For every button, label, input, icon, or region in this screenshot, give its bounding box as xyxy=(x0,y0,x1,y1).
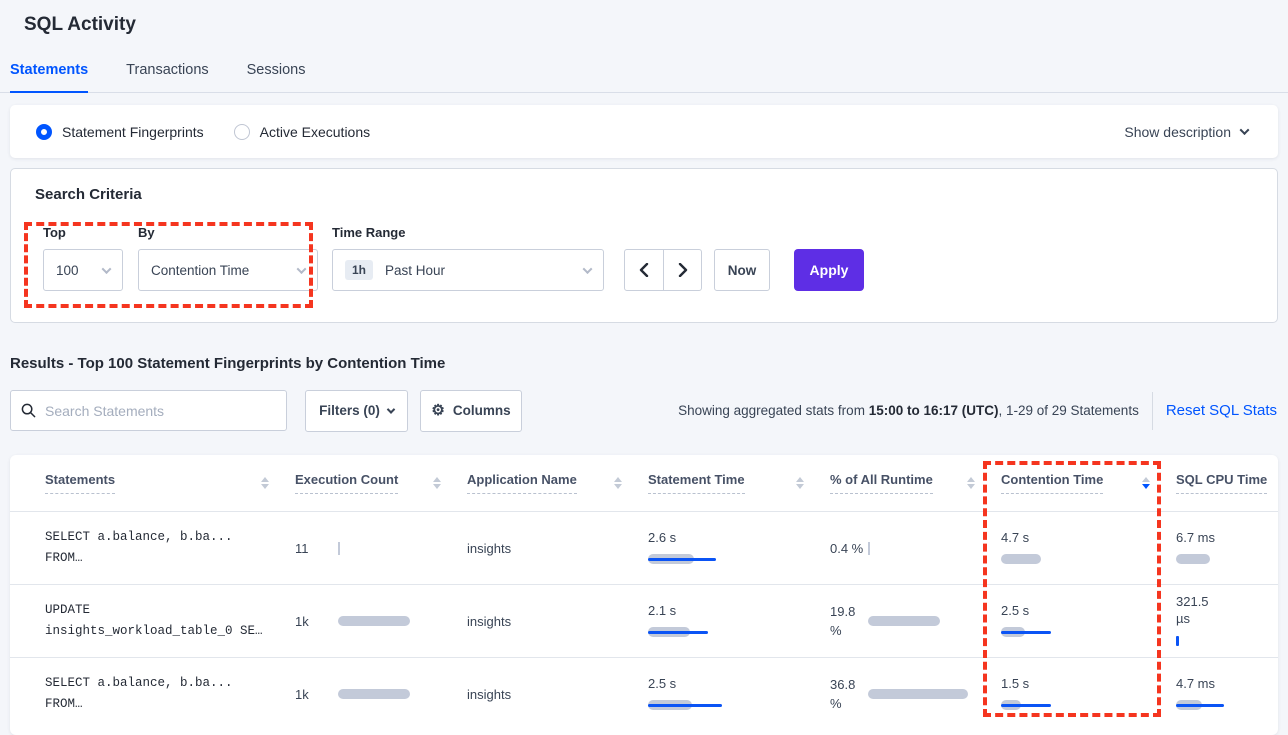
chevron-down-icon xyxy=(387,405,395,413)
now-button[interactable]: Now xyxy=(714,249,770,291)
time-range-field: Time Range 1h Past Hour xyxy=(332,225,604,291)
search-statements-input[interactable] xyxy=(45,403,276,419)
statement-time-cell: 2.1 s xyxy=(648,602,830,641)
sort-icon[interactable] xyxy=(614,477,622,489)
header-pct-runtime[interactable]: % of All Runtime xyxy=(830,472,1001,494)
contention-time-cell: 4.7 s xyxy=(1001,529,1176,568)
execution-count-bar xyxy=(338,542,448,554)
filters-button[interactable]: Filters (0) xyxy=(305,390,408,432)
time-range-badge: 1h xyxy=(345,260,373,280)
application-name-cell: insights xyxy=(467,541,648,556)
table-row[interactable]: SELECT a.balance, b.ba... FROM… 11 insig… xyxy=(10,511,1278,584)
radio-unselected-icon[interactable] xyxy=(234,124,250,140)
table-controls-row: Filters (0) ⚙ Columns Showing aggregated… xyxy=(10,390,1278,431)
header-statement-time[interactable]: Statement Time xyxy=(648,472,830,494)
statement-time-cell: 2.6 s xyxy=(648,529,830,568)
contention-time-bar xyxy=(1001,699,1111,711)
aggregated-stats-text: Showing aggregated stats from 15:00 to 1… xyxy=(678,403,1139,418)
statement-time-bar xyxy=(648,553,758,565)
time-nav-group xyxy=(624,249,702,291)
contention-time-cell: 1.5 s xyxy=(1001,675,1176,714)
pct-runtime-bar xyxy=(868,615,978,627)
prev-time-button[interactable] xyxy=(625,250,663,290)
radio-statement-fingerprints[interactable]: Statement Fingerprints xyxy=(36,124,204,140)
sort-icon[interactable] xyxy=(796,477,804,489)
contention-time-bar xyxy=(1001,626,1111,638)
sql-cpu-time-bar xyxy=(1176,699,1278,711)
top-field: Top 100 xyxy=(43,225,123,291)
sort-icon[interactable] xyxy=(967,477,975,489)
sql-cpu-time-cell: 321.5 µs xyxy=(1176,593,1278,649)
execution-count-cell: 11 xyxy=(295,541,467,556)
execution-count-cell: 1k xyxy=(295,687,467,702)
chevron-down-icon xyxy=(1240,125,1250,135)
radio-active-executions[interactable]: Active Executions xyxy=(234,124,371,140)
chevron-down-icon xyxy=(583,264,593,274)
columns-button[interactable]: ⚙ Columns xyxy=(420,390,522,432)
header-execution-count[interactable]: Execution Count xyxy=(295,472,467,494)
gear-icon: ⚙ xyxy=(431,403,444,418)
statements-table-card: Statements Execution Count Application N… xyxy=(10,455,1278,735)
by-select[interactable]: Contention Time xyxy=(138,249,318,291)
table-row[interactable]: SELECT a.balance, b.ba... FROM… 1k insig… xyxy=(10,657,1278,730)
show-description-toggle[interactable]: Show description xyxy=(1124,124,1248,140)
tab-statements[interactable]: Statements xyxy=(10,62,88,93)
sort-icon[interactable] xyxy=(261,477,269,489)
by-field: By Contention Time xyxy=(138,225,318,291)
tab-transactions[interactable]: Transactions xyxy=(126,62,208,92)
page-title: SQL Activity xyxy=(0,0,1288,36)
chevron-right-icon xyxy=(678,263,688,277)
view-toggle-group: Statement Fingerprints Active Executions xyxy=(36,124,370,140)
execution-count-cell: 1k xyxy=(295,614,467,629)
search-criteria-title: Search Criteria xyxy=(35,186,1253,203)
sort-desc-icon[interactable] xyxy=(1142,477,1150,489)
sql-cpu-time-bar xyxy=(1176,553,1278,565)
header-application-name[interactable]: Application Name xyxy=(467,472,648,494)
chevron-down-icon xyxy=(102,264,112,274)
pct-runtime-bar xyxy=(868,542,978,554)
header-contention-time[interactable]: Contention Time xyxy=(1001,472,1176,494)
next-time-button[interactable] xyxy=(663,250,701,290)
search-criteria-card: Search Criteria Top 100 By Contention Ti… xyxy=(10,168,1278,323)
apply-button[interactable]: Apply xyxy=(794,249,864,291)
time-range-select[interactable]: 1h Past Hour xyxy=(332,249,604,291)
sort-icon[interactable] xyxy=(433,477,441,489)
application-name-cell: insights xyxy=(467,614,648,629)
search-icon xyxy=(21,403,36,418)
sql-activity-page: SQL Activity Statements Transactions Ses… xyxy=(0,0,1288,735)
sql-cpu-time-cell: 6.7 ms xyxy=(1176,529,1278,568)
search-statements-box[interactable] xyxy=(10,390,287,431)
sql-cpu-time-bar xyxy=(1176,634,1278,646)
pct-runtime-cell: 0.4 % xyxy=(830,539,1001,558)
table-header-row: Statements Execution Count Application N… xyxy=(10,455,1278,511)
contention-time-bar xyxy=(1001,553,1111,565)
reset-sql-stats-link[interactable]: Reset SQL Stats xyxy=(1166,402,1278,419)
header-sql-cpu-time[interactable]: SQL CPU Time xyxy=(1176,472,1278,494)
chevron-left-icon xyxy=(639,263,649,277)
results-heading: Results - Top 100 Statement Fingerprints… xyxy=(10,355,1288,372)
statement-cell[interactable]: UPDATE insights_workload_table_0 SE… xyxy=(45,600,295,642)
statement-time-bar xyxy=(648,626,758,638)
application-name-cell: insights xyxy=(467,687,648,702)
tab-bar: Statements Transactions Sessions xyxy=(0,36,1288,93)
execution-count-bar xyxy=(338,615,448,627)
radio-selected-icon[interactable] xyxy=(36,124,52,140)
tab-sessions[interactable]: Sessions xyxy=(247,62,306,92)
contention-time-cell: 2.5 s xyxy=(1001,602,1176,641)
chevron-down-icon xyxy=(297,264,307,274)
statement-time-cell: 2.5 s xyxy=(648,675,830,714)
execution-count-bar xyxy=(338,688,448,700)
divider xyxy=(1152,392,1153,430)
view-toggle-card: Statement Fingerprints Active Executions… xyxy=(10,105,1278,158)
statement-cell[interactable]: SELECT a.balance, b.ba... FROM… xyxy=(45,673,295,715)
table-row[interactable]: UPDATE insights_workload_table_0 SE… 1k … xyxy=(10,584,1278,657)
sql-cpu-time-cell: 4.7 ms xyxy=(1176,675,1278,714)
statement-cell[interactable]: SELECT a.balance, b.ba... FROM… xyxy=(45,527,295,569)
statement-time-bar xyxy=(648,699,758,711)
header-statements[interactable]: Statements xyxy=(45,472,295,494)
pct-runtime-cell: 19.8 % xyxy=(830,602,1001,640)
pct-runtime-bar xyxy=(868,688,978,700)
pct-runtime-cell: 36.8 % xyxy=(830,675,1001,713)
top-select[interactable]: 100 xyxy=(43,249,123,291)
